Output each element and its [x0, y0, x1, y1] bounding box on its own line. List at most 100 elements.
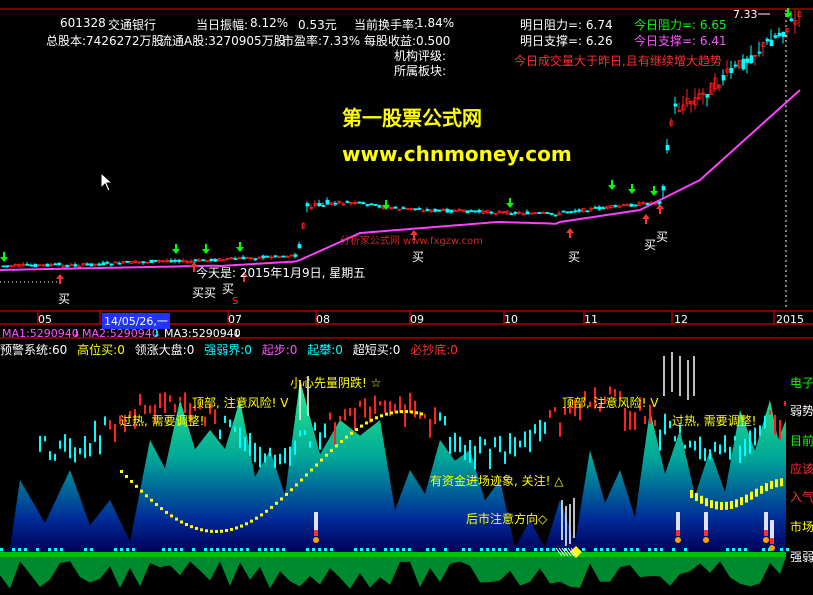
- signal-dot: [444, 548, 447, 551]
- yellow-trend-bar: [720, 501, 723, 510]
- yellow-trend-bar: [750, 491, 753, 500]
- signal-dot: [12, 548, 15, 551]
- candle-body: [297, 244, 302, 249]
- amplitude-value: 8.12%: [250, 16, 289, 30]
- rocket-marker-icon: [770, 538, 774, 544]
- watermark-url: www.chnmoney.com: [342, 142, 572, 166]
- candle-body: [365, 204, 370, 207]
- candle-body: [169, 259, 174, 263]
- candle-body: [645, 202, 650, 206]
- signal-dot: [168, 548, 171, 551]
- candle-body: [173, 259, 178, 262]
- candle-body: [773, 35, 778, 38]
- signal-dot: [54, 548, 57, 551]
- candle-body: [29, 264, 34, 267]
- candle-body: [425, 209, 430, 211]
- candle-body: [241, 256, 246, 260]
- buy-signal-3: 买: [222, 282, 235, 296]
- yellow-trend-dot: [125, 474, 128, 478]
- yellow-trend-dot: [185, 523, 188, 527]
- overbought-note-1: 过热, 需要调整!: [120, 414, 205, 428]
- signal-dot: [462, 548, 465, 551]
- x-tick-0: 05: [38, 313, 52, 326]
- signal-dot: [210, 548, 213, 551]
- baseline-band: [0, 552, 786, 557]
- candle-body: [469, 210, 474, 213]
- signal-dot: [24, 548, 27, 551]
- yellow-trend-dot: [270, 505, 273, 509]
- indicator-lead-market: 领涨大盘:0: [134, 343, 195, 357]
- signal-dot: [390, 548, 393, 551]
- yellow-trend-bar: [730, 500, 733, 509]
- candle-body: [109, 263, 114, 266]
- candle-body: [769, 39, 774, 47]
- turnover-value: 1.84%: [416, 16, 455, 30]
- rocket-marker-icon: [314, 512, 318, 530]
- candle-body: [193, 259, 198, 262]
- yellow-trend-dot: [350, 431, 353, 435]
- right-label-2: 目前: [790, 434, 813, 448]
- top-risk-note-1: 顶部, 注意风险! V: [192, 396, 289, 410]
- signal-dot: [630, 548, 633, 551]
- yellow-trend-dot: [220, 529, 223, 533]
- candle-body: [569, 211, 574, 214]
- signal-dot: [216, 548, 219, 551]
- rocket-marker-icon: [763, 537, 769, 543]
- candle-body: [5, 265, 10, 268]
- yellow-trend-dot: [195, 526, 198, 530]
- yellow-trend-dot: [405, 410, 408, 414]
- candle-body: [413, 208, 418, 211]
- signal-dot: [240, 548, 243, 551]
- yellow-trend-bar: [745, 494, 748, 503]
- yellow-trend-dot: [355, 428, 358, 432]
- rocket-marker-icon: [313, 537, 319, 543]
- right-label-6: 强弱: [790, 550, 813, 564]
- yellow-trend-dot: [285, 492, 288, 496]
- signal-dot: [162, 548, 165, 551]
- candle-body: [401, 207, 406, 210]
- candle-body: [449, 209, 454, 213]
- signal-dot: [84, 548, 87, 551]
- candle-body: [777, 32, 782, 37]
- watermark-title: 第一股票公式网: [342, 106, 482, 130]
- yellow-trend-dot: [305, 473, 308, 477]
- yellow-trend-dot: [120, 470, 123, 473]
- high-price-label: 7.33: [733, 8, 758, 21]
- signal-dot: [516, 548, 519, 551]
- yellow-trend-bar: [765, 483, 768, 492]
- signal-dot: [282, 548, 285, 551]
- signal-dot: [534, 548, 537, 551]
- sell-mark: S: [232, 296, 239, 307]
- signal-dot: [18, 548, 21, 551]
- signal-dot: [270, 548, 273, 551]
- chart-canvas[interactable]: [0, 0, 813, 595]
- candle-body: [53, 263, 58, 266]
- rocket-marker-icon: [764, 530, 768, 536]
- yellow-trend-dot: [235, 526, 238, 530]
- yellow-trend-bar: [775, 479, 778, 488]
- candle-body: [393, 206, 398, 209]
- candle-body: [345, 201, 350, 203]
- volume-note: 今日成交量大于昨日,且有继续增大趋势: [514, 54, 722, 68]
- candle-body: [665, 144, 670, 151]
- ma2-label: MA2:5290940: [82, 327, 159, 340]
- yellow-trend-bar: [780, 478, 783, 487]
- yellow-trend-dot: [370, 418, 373, 422]
- signal-dot: [36, 548, 39, 551]
- candle-body: [45, 263, 50, 267]
- yellow-trend-bar: [725, 501, 728, 510]
- right-label-0: 电子: [790, 376, 813, 390]
- yellow-trend-dot: [210, 529, 213, 533]
- candle-body: [201, 259, 206, 262]
- yellow-trend-dot: [395, 410, 398, 414]
- candle-body: [437, 209, 442, 212]
- candle-body: [265, 255, 270, 258]
- signal-dot: [60, 548, 63, 551]
- yellow-trend-dot: [135, 484, 138, 488]
- red-up-arrow-icon: [656, 204, 664, 214]
- signal-dot: [498, 548, 501, 551]
- candle-body: [597, 206, 602, 210]
- today-resistance: 今日阻力=: 6.65: [634, 18, 727, 32]
- sector: 所属板块:: [394, 64, 447, 78]
- ma1-arrow-icon: ↓: [72, 327, 82, 340]
